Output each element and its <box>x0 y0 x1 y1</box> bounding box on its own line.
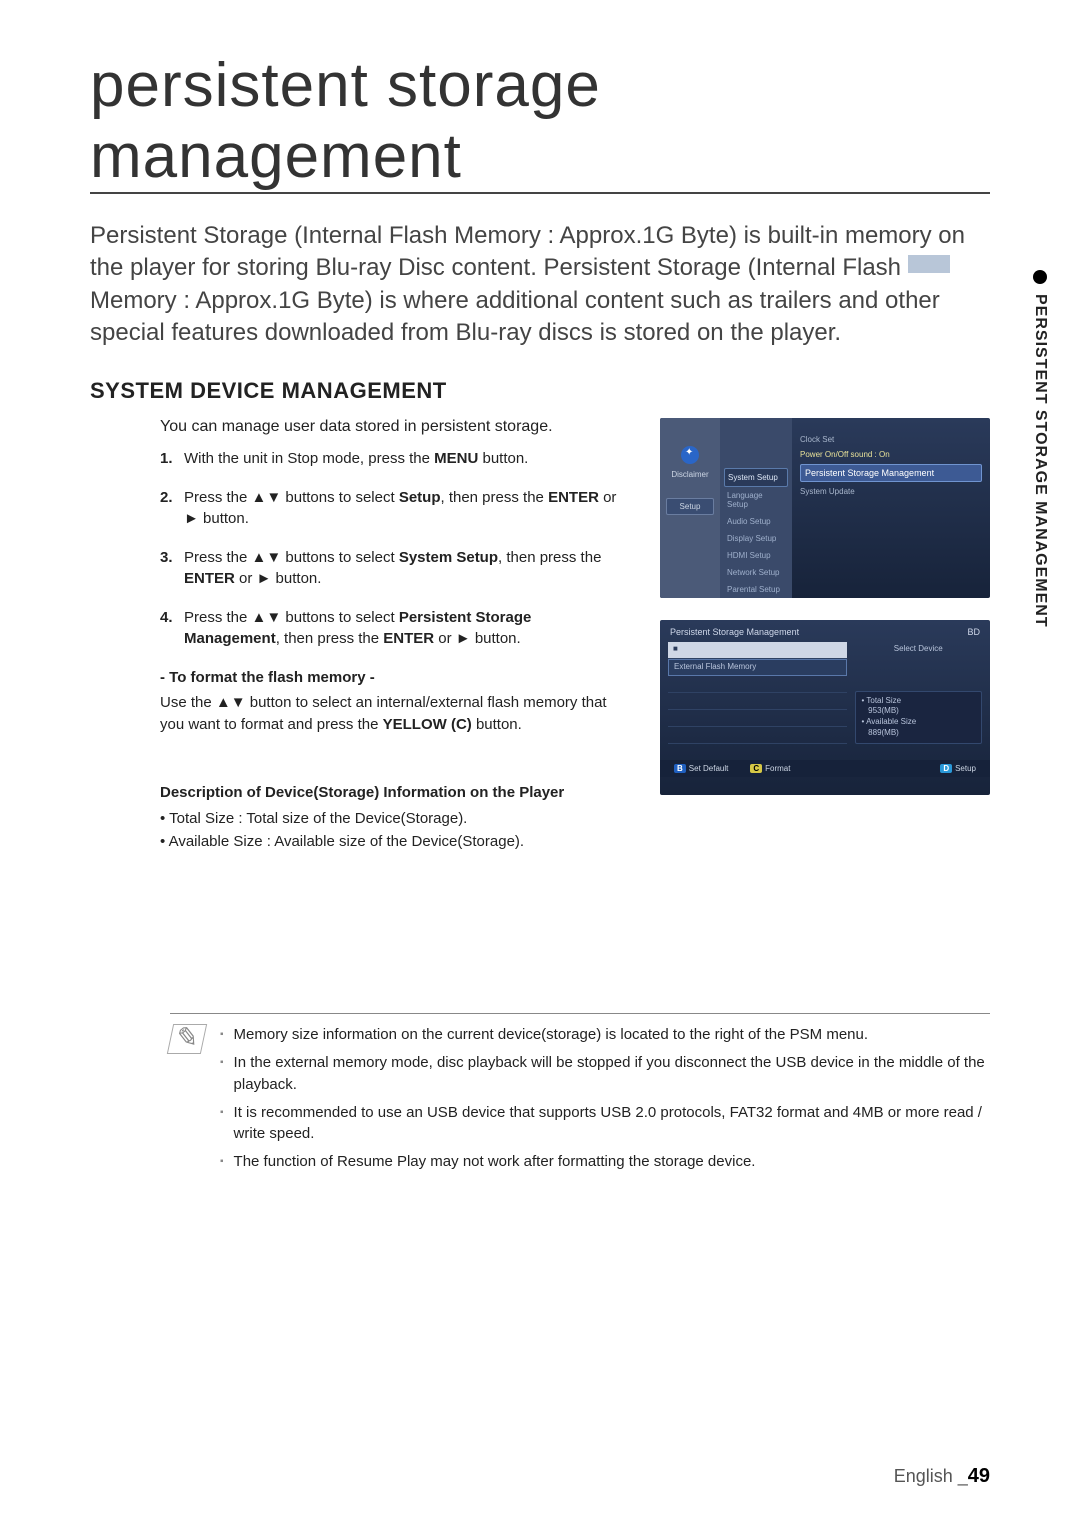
osd2-footer: BSet Default CFormat DSetup <box>660 760 990 777</box>
decorative-bar <box>908 255 950 273</box>
step-2: 2. Press the ▲▼ buttons to select Setup,… <box>160 487 630 529</box>
desc-total: Total Size : Total size of the Device(St… <box>160 808 630 831</box>
osd2-badge: BD <box>967 627 980 637</box>
page-number: 49 <box>968 1465 990 1487</box>
osd-submenu: System Setup Language Setup Audio Setup … <box>720 418 792 598</box>
device-description: Description of Device(Storage) Informati… <box>160 782 630 854</box>
osd2-device-list: ■ External Flash Memory <box>668 642 847 754</box>
lead-paragraph: Persistent Storage (Internal Flash Memor… <box>90 220 990 350</box>
osd-setup-selected: Setup <box>666 498 714 515</box>
step-4: 4. Press the ▲▼ buttons to select Persis… <box>160 607 630 649</box>
desc-heading: Description of Device(Storage) Informati… <box>160 782 630 805</box>
osd2-select-device: Select Device <box>855 644 983 653</box>
notes-block: ✎ Memory size information on the current… <box>170 1013 990 1179</box>
osd-setup-menu: Disclaimer Setup System Setup Language S… <box>660 418 990 598</box>
intro-text: You can manage user data stored in persi… <box>160 418 630 436</box>
section-heading: SYSTEM DEVICE MANAGEMENT <box>90 378 990 404</box>
osd-disclaimer: Disclaimer <box>666 470 714 488</box>
note-icon: ✎ <box>167 1024 207 1054</box>
step-3: 3. Press the ▲▼ buttons to select System… <box>160 547 630 589</box>
step-list: 1. With the unit in Stop mode, press the… <box>160 448 630 649</box>
osd-psm-highlight: Persistent Storage Management <box>800 464 982 482</box>
format-heading: - To format the flash memory - <box>160 667 630 689</box>
osd2-title: Persistent Storage Management <box>670 627 799 637</box>
footer-lang: English _ <box>894 1466 968 1486</box>
osd-psm-screen: Persistent Storage Management BD ■ Exter… <box>660 620 990 795</box>
osd2-sizes: • Total Size 953(MB) • Available Size 88… <box>855 691 983 744</box>
notes-list: Memory size information on the current d… <box>220 1024 990 1179</box>
settings-icon <box>681 446 699 464</box>
osd2-external-memory: External Flash Memory <box>668 659 847 676</box>
screenshots-column: Disclaimer Setup System Setup Language S… <box>660 418 990 854</box>
format-instructions: - To format the flash memory - Use the ▲… <box>160 667 630 736</box>
page-footer: English _49 <box>894 1465 990 1488</box>
osd2-info-panel: Select Device • Total Size 953(MB) • Ava… <box>855 642 983 754</box>
instructions-column: You can manage user data stored in persi… <box>90 418 630 854</box>
page-title: persistent storage management <box>90 50 990 194</box>
step-1: 1. With the unit in Stop mode, press the… <box>160 448 630 469</box>
osd-system-setup: System Setup <box>724 468 788 487</box>
desc-available: Available Size : Available size of the D… <box>160 831 630 854</box>
osd-detail: Clock Set Power On/Off sound : On Persis… <box>792 418 990 598</box>
